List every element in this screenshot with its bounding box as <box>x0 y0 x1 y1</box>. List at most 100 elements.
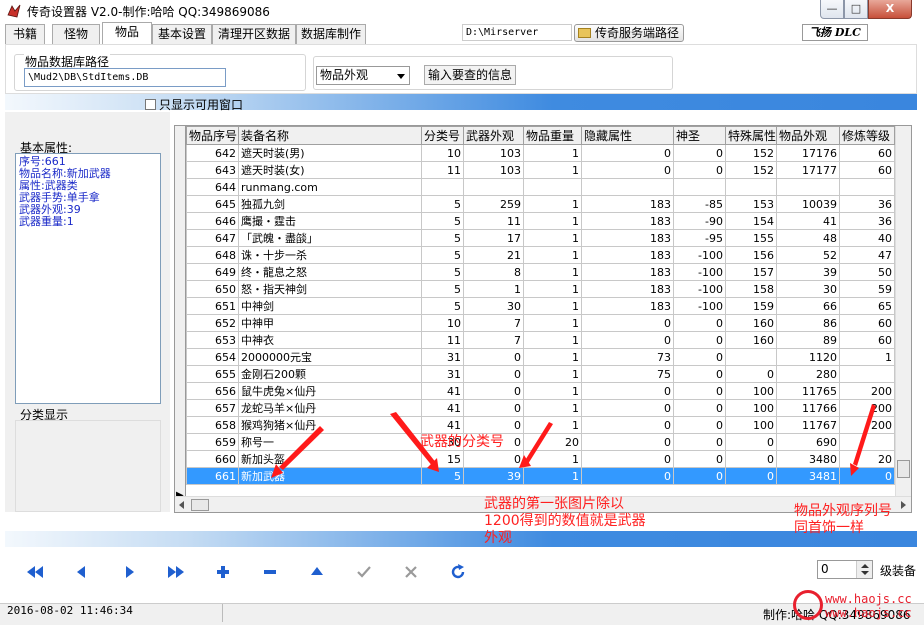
table-row[interactable]: 652 中神甲 10 7 1 0 0 160 86 60 <box>186 314 896 332</box>
table-cell[interactable]: 猴鸡狗猪×仙丹 <box>238 416 422 434</box>
table-cell[interactable]: 100 <box>724 382 778 400</box>
table-cell[interactable]: 183 <box>581 297 674 315</box>
table-cell[interactable] <box>724 348 778 366</box>
query-field-select[interactable]: 物品外观 <box>316 66 410 85</box>
table-cell[interactable]: 金刚石200颗 <box>238 365 422 383</box>
table-cell[interactable]: 1 <box>523 365 582 383</box>
scroll-right-icon[interactable] <box>899 501 907 509</box>
refresh-data-icon[interactable] <box>447 562 469 582</box>
table-cell[interactable]: 8 <box>463 263 524 281</box>
table-cell[interactable]: 17 <box>463 229 524 247</box>
table-cell[interactable]: 183 <box>581 263 674 281</box>
table-cell[interactable]: 659 <box>186 433 239 451</box>
column-header[interactable]: 物品重量 <box>523 126 582 145</box>
table-cell[interactable]: 中神衣 <box>238 331 422 349</box>
db-path-input[interactable]: \Mud2\DB\StdItems.DB <box>24 68 226 87</box>
table-row[interactable]: 653 中神衣 11 7 1 0 0 160 89 60 <box>186 331 896 349</box>
table-cell[interactable]: 7 <box>463 314 524 332</box>
table-cell[interactable]: 60 <box>839 144 896 162</box>
table-cell[interactable]: 259 <box>463 195 524 213</box>
table-cell[interactable]: 1 <box>523 399 582 417</box>
table-cell[interactable]: 「武魄・盡燄」 <box>238 229 422 247</box>
table-cell[interactable]: 75 <box>581 365 674 383</box>
table-cell[interactable]: 39 <box>776 263 841 281</box>
table-cell[interactable]: 0 <box>581 433 674 451</box>
table-cell[interactable]: 1 <box>523 416 582 434</box>
table-cell[interactable]: 657 <box>186 399 239 417</box>
table-cell[interactable] <box>673 178 726 196</box>
table-cell[interactable]: 1 <box>523 144 582 162</box>
table-cell[interactable]: 52 <box>776 246 841 264</box>
table-cell[interactable]: 661 <box>186 467 239 485</box>
table-cell[interactable]: 39 <box>463 467 524 485</box>
column-header[interactable]: 装备名称 <box>238 126 422 145</box>
table-cell[interactable]: 1 <box>523 161 582 179</box>
table-row[interactable]: 643 遮天时装(女) 11 103 1 0 0 152 17177 60 <box>186 161 896 179</box>
table-cell[interactable]: 0 <box>724 450 778 468</box>
server-path-field[interactable]: D:\Mirserver <box>462 24 572 41</box>
delete-record-icon[interactable] <box>259 562 281 582</box>
table-cell[interactable] <box>839 365 896 383</box>
table-cell[interactable] <box>523 178 582 196</box>
table-cell[interactable]: 183 <box>581 229 674 247</box>
table-cell[interactable]: -100 <box>673 263 726 281</box>
table-cell[interactable]: 158 <box>724 280 778 298</box>
table-cell[interactable]: 103 <box>463 144 524 162</box>
table-cell[interactable] <box>839 178 896 196</box>
table-cell[interactable]: 11765 <box>776 382 841 400</box>
vertical-scrollbar[interactable] <box>895 126 911 496</box>
table-cell[interactable]: 30 <box>463 297 524 315</box>
table-cell[interactable]: 0 <box>673 450 726 468</box>
table-cell[interactable]: 656 <box>186 382 239 400</box>
table-cell[interactable]: 183 <box>581 280 674 298</box>
table-cell[interactable]: 1 <box>463 280 524 298</box>
horizontal-scroll-thumb[interactable] <box>191 499 209 511</box>
table-cell[interactable]: 10 <box>421 144 464 162</box>
table-cell[interactable]: 鹰撮・霆击 <box>238 212 422 230</box>
table-cell[interactable] <box>724 178 778 196</box>
table-cell[interactable]: 0 <box>463 365 524 383</box>
table-cell[interactable]: 15 <box>421 450 464 468</box>
table-cell[interactable]: 遮天时装(男) <box>238 144 422 162</box>
table-cell[interactable]: 30 <box>776 280 841 298</box>
table-row[interactable]: 649 终・龍息之怒 5 8 1 183 -100 157 39 50 <box>186 263 896 281</box>
column-header[interactable]: 武器外观 <box>463 126 524 145</box>
table-cell[interactable]: 称号一 <box>238 433 422 451</box>
table-row[interactable]: 650 怒・指天神剑 5 1 1 183 -100 158 30 59 <box>186 280 896 298</box>
table-cell[interactable]: 5 <box>421 467 464 485</box>
table-row[interactable]: 657 龙蛇马羊×仙丹 41 0 1 0 0 100 11766 200 <box>186 399 896 417</box>
table-cell[interactable]: 0 <box>581 467 674 485</box>
table-cell[interactable]: 5 <box>421 212 464 230</box>
next-record-icon[interactable] <box>118 562 140 582</box>
table-cell[interactable]: 1120 <box>776 348 841 366</box>
table-row[interactable]: 655 金刚石200颗 31 0 1 75 0 0 280 <box>186 365 896 383</box>
table-row[interactable]: 656 鼠牛虎兔×仙丹 41 0 1 0 0 100 11765 200 <box>186 382 896 400</box>
table-cell[interactable]: 10 <box>421 314 464 332</box>
table-cell[interactable]: -100 <box>673 246 726 264</box>
table-cell[interactable]: 155 <box>724 229 778 247</box>
table-row[interactable]: 644 runmang.com <box>186 178 896 196</box>
table-cell[interactable]: 86 <box>776 314 841 332</box>
table-row[interactable]: 648 诛・十步一杀 5 21 1 183 -100 156 52 47 <box>186 246 896 264</box>
table-cell[interactable]: 0 <box>724 467 778 485</box>
base-props-box[interactable]: 序号:661 物品名称:新加武器 属性:武器类 武器手势:单手拿 武器外观:39… <box>15 153 161 404</box>
table-cell[interactable]: 200 <box>839 416 896 434</box>
table-cell[interactable]: 31 <box>421 348 464 366</box>
column-header[interactable]: 物品外观 <box>776 126 841 145</box>
table-cell[interactable]: 36 <box>839 212 896 230</box>
table-cell[interactable]: 0 <box>724 365 778 383</box>
table-cell[interactable]: 0 <box>581 399 674 417</box>
table-cell[interactable]: 11766 <box>776 399 841 417</box>
scroll-left-icon[interactable] <box>178 501 186 509</box>
table-cell[interactable]: 20 <box>523 433 582 451</box>
table-cell[interactable]: 0 <box>673 382 726 400</box>
table-cell[interactable]: 653 <box>186 331 239 349</box>
table-cell[interactable]: 1 <box>523 382 582 400</box>
table-cell[interactable]: 60 <box>839 314 896 332</box>
table-cell[interactable]: 0 <box>581 450 674 468</box>
table-cell[interactable]: 龙蛇马羊×仙丹 <box>238 399 422 417</box>
table-cell[interactable]: 2000000元宝 <box>238 348 422 366</box>
table-cell[interactable]: 5 <box>421 229 464 247</box>
available-only-checkbox[interactable]: 只显示可用窗口 <box>145 96 243 113</box>
table-cell[interactable]: 10039 <box>776 195 841 213</box>
